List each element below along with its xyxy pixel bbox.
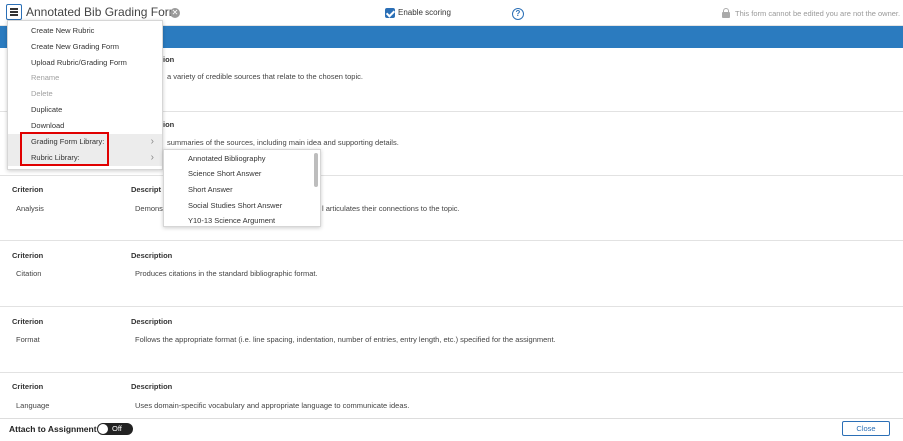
submenu-scrollbar[interactable] [314,153,318,187]
menu-item-delete: Delete [31,89,53,98]
criterion-row-citation: Criterion Description Citation Produces … [0,241,903,307]
criterion-header: Criterion [12,251,44,260]
menu-item-create-new-rubric[interactable]: Create New Rubric [8,23,162,39]
highlight-annotation-box [20,132,109,166]
criterion-row-language: Criterion Description Language Uses doma… [0,373,903,418]
description-value: a variety of credible sources that relat… [167,72,363,81]
attach-to-assignment-label: Attach to Assignment [9,424,97,434]
submenu-item-y10-13-science-argument[interactable]: Y10-13 Science Argument [188,216,275,225]
help-icon[interactable]: ? [512,8,524,20]
close-circle-icon[interactable]: ✕ [170,8,180,18]
description-header: Description [131,317,173,326]
criterion-value: Language [16,401,50,410]
enable-scoring-label: Enable scoring [398,8,451,17]
menu-item-create-new-grading-form[interactable]: Create New Grading Form [8,39,162,55]
readonly-note: This form cannot be edited you are not t… [735,9,901,18]
chevron-right-icon: › [150,136,154,147]
lock-icon [722,8,730,18]
enable-scoring-checkbox[interactable] [385,8,395,18]
description-value: Follows the appropriate format (i.e. lin… [135,335,556,344]
toggle-knob [98,424,108,434]
toggle-label: Off [112,424,122,433]
description-header: Description [131,382,173,391]
description-header: Description [131,251,173,260]
description-value-right: l articulates their connections to the t… [322,204,460,213]
submenu-item-short-answer[interactable]: Short Answer [188,185,233,194]
criterion-value: Format [16,335,40,344]
chevron-right-icon: › [150,152,154,163]
criterion-header: Criterion [12,382,44,391]
description-header: ion [163,120,175,129]
description-value: summaries of the sources, including main… [167,138,399,147]
description-value-left: Demonst [135,204,166,213]
page-title: Annotated Bib Grading Form [26,5,179,19]
description-header: Descript [131,185,162,194]
description-value: Produces citations in the standard bibli… [135,269,318,278]
submenu-item-social-studies-short-answer[interactable]: Social Studies Short Answer [188,201,282,210]
menu-item-rename: Rename [31,73,60,82]
menu-item-duplicate[interactable]: Duplicate [8,102,162,118]
criterion-header: Criterion [12,317,44,326]
rubric-library-submenu: Annotated Bibliography Science Short Ans… [163,149,321,227]
criterion-row-analysis: Criterion Descript Analysis Demonst l ar… [0,176,903,241]
footer-bar: Attach to Assignment Off Close [0,418,903,441]
hamburger-icon[interactable] [6,4,22,20]
close-button[interactable]: Close [842,421,890,436]
submenu-item-annotated-bibliography[interactable]: Annotated Bibliography [188,154,266,163]
submenu-item-science-short-answer[interactable]: Science Short Answer [188,169,261,178]
criterion-row-format: Criterion Description Format Follows the… [0,307,903,373]
menu-item-upload[interactable]: Upload Rubric/Grading Form [8,55,162,71]
description-header: ion [163,55,175,64]
criterion-header: Criterion [12,185,44,194]
criterion-value: Citation [16,269,42,278]
description-value: Uses domain-specific vocabulary and appr… [135,401,410,410]
attach-toggle[interactable]: Off [97,423,133,435]
criterion-value: Analysis [16,204,44,213]
